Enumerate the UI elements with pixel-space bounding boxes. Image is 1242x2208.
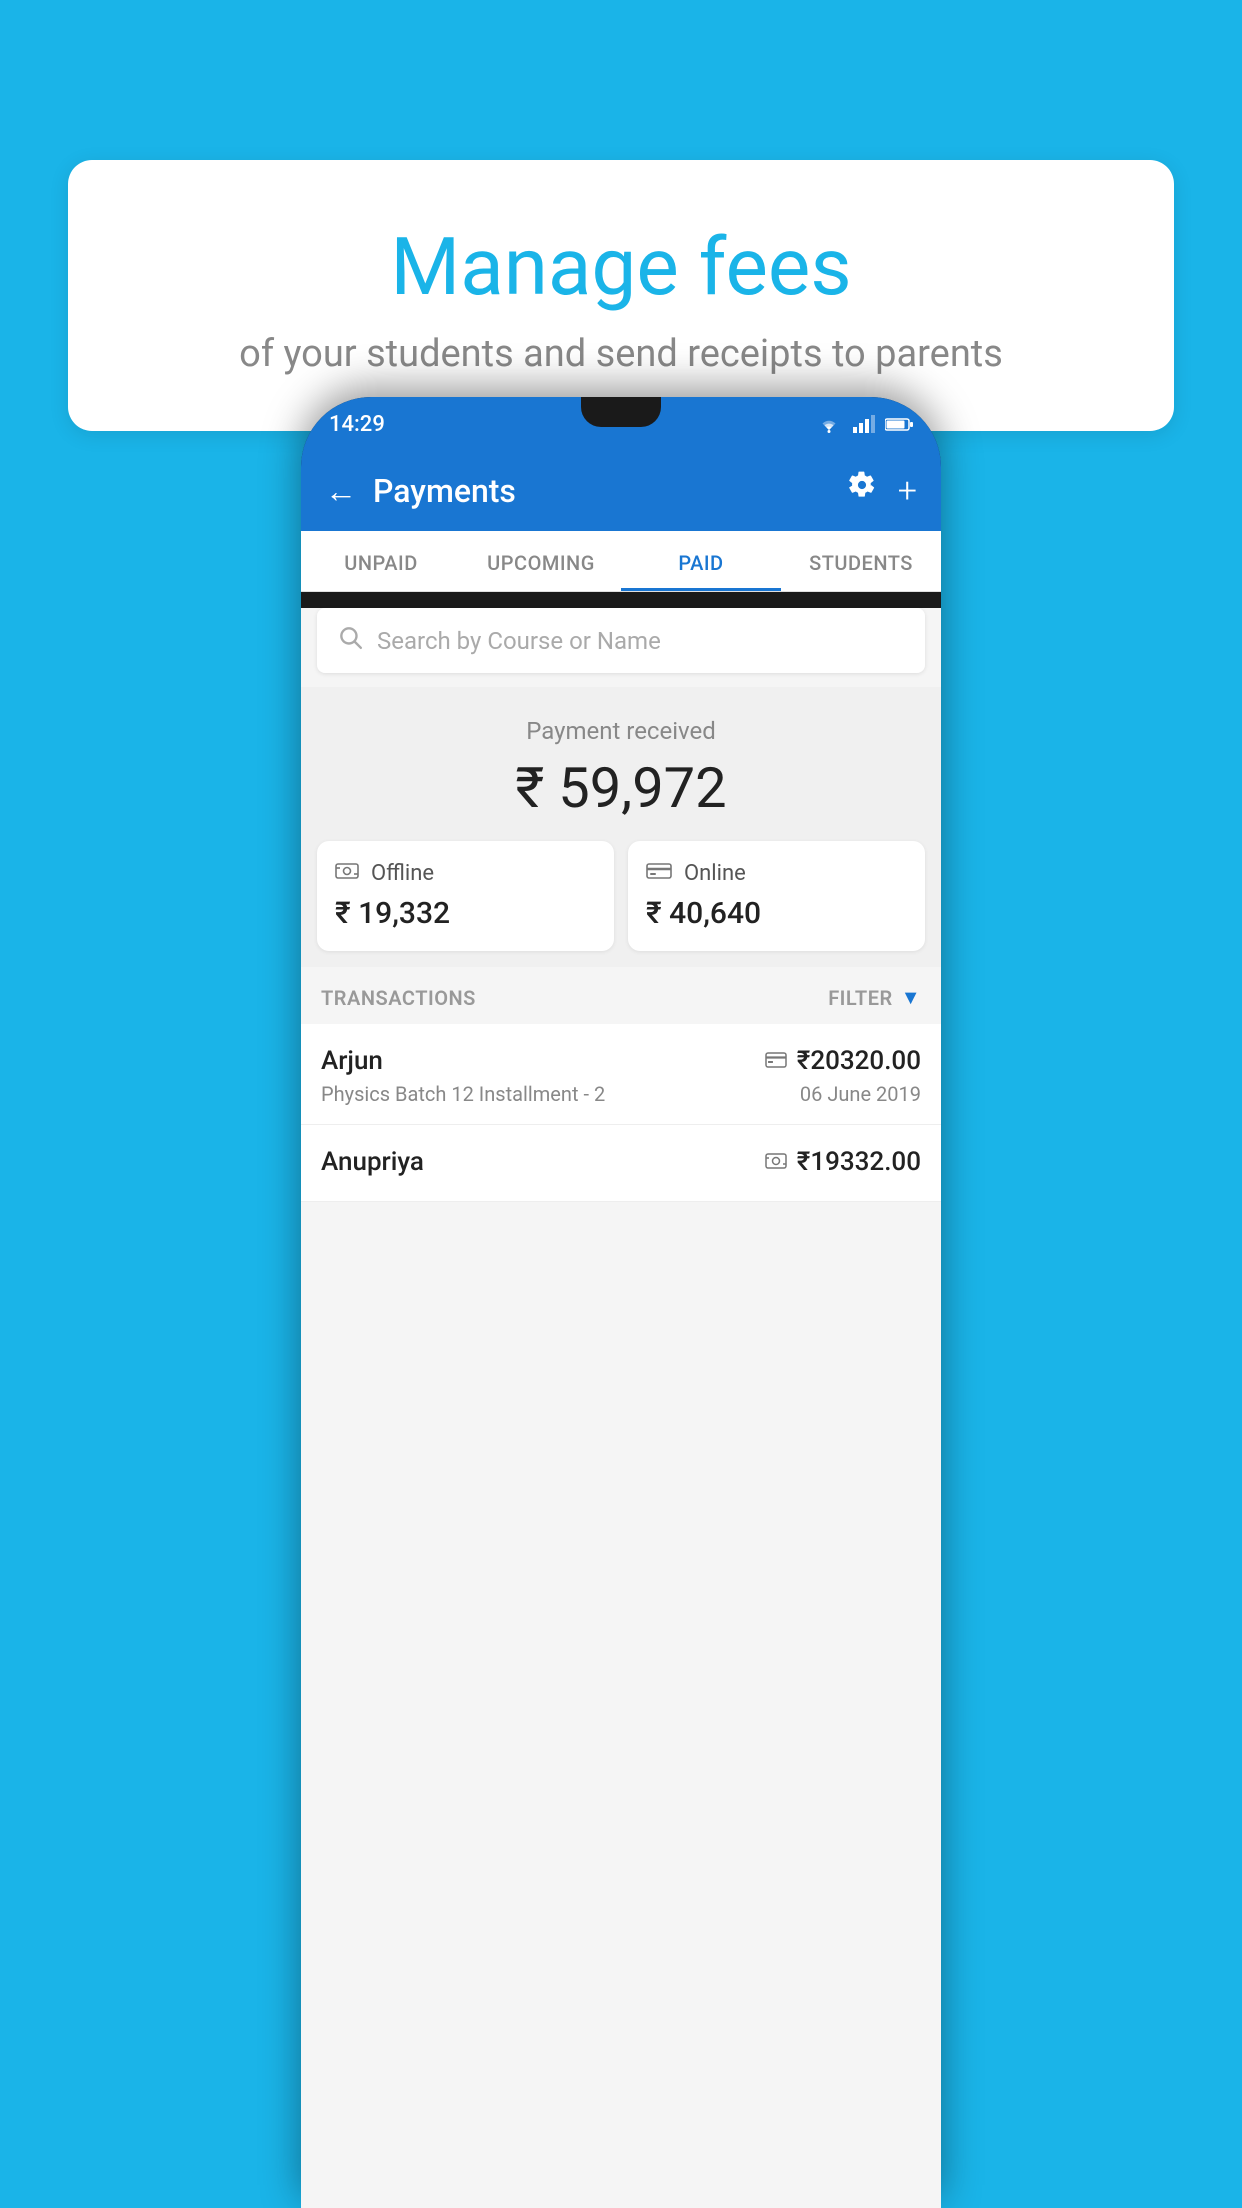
transaction-amount-group: ₹19332.00 xyxy=(765,1147,921,1177)
tab-unpaid[interactable]: UNPAID xyxy=(301,531,461,591)
online-payment-card: Online ₹ 40,640 xyxy=(628,841,925,951)
online-card-icon xyxy=(646,861,672,886)
tooltip-subtitle: of your students and send receipts to pa… xyxy=(118,332,1124,376)
status-time: 14:29 xyxy=(329,412,385,437)
transaction-offline-icon xyxy=(765,1150,787,1174)
search-placeholder: Search by Course or Name xyxy=(377,627,661,655)
transactions-label: TRANSACTIONS xyxy=(321,986,476,1010)
search-bar[interactable]: Search by Course or Name xyxy=(317,608,925,673)
online-label: Online xyxy=(684,861,746,886)
offline-card-header: Offline xyxy=(335,861,596,886)
settings-button[interactable] xyxy=(848,471,876,511)
battery-icon xyxy=(885,417,913,432)
offline-amount: ₹ 19,332 xyxy=(335,896,596,931)
offline-card-icon xyxy=(335,861,359,886)
payment-received-label: Payment received xyxy=(301,717,941,745)
filter-button[interactable]: FILTER ▼ xyxy=(828,985,921,1010)
filter-icon: ▼ xyxy=(901,985,921,1010)
transaction-amount: ₹20320.00 xyxy=(797,1046,921,1076)
search-icon xyxy=(337,624,363,657)
offline-label: Offline xyxy=(371,861,434,886)
payment-received-section: Payment received ₹ 59,972 xyxy=(301,687,941,845)
transaction-top: Arjun ₹20320.00 xyxy=(321,1046,921,1076)
payment-cards-row: Offline ₹ 19,332 xyxy=(301,841,941,967)
add-button[interactable]: + xyxy=(898,471,917,511)
background: Manage fees of your students and send re… xyxy=(0,0,1242,2208)
header-actions: + xyxy=(848,471,917,511)
wifi-icon xyxy=(815,414,843,434)
phone-device: 14:29 xyxy=(301,397,941,2208)
transaction-amount: ₹19332.00 xyxy=(797,1147,921,1177)
phone-screen: 14:29 xyxy=(301,397,941,2208)
settings-icon xyxy=(848,471,876,499)
page-title: Payments xyxy=(373,472,848,510)
table-row[interactable]: Arjun ₹20320.00 xyxy=(301,1024,941,1125)
status-bar: 14:29 xyxy=(301,397,941,451)
online-card-header: Online xyxy=(646,861,907,886)
card-type-icon xyxy=(765,1052,787,1068)
transaction-date: 06 June 2019 xyxy=(800,1082,921,1106)
status-icons xyxy=(815,414,913,434)
tooltip-title: Manage fees xyxy=(118,220,1124,314)
transaction-bottom: Physics Batch 12 Installment - 2 06 June… xyxy=(321,1082,921,1106)
tab-upcoming[interactable]: UPCOMING xyxy=(461,531,621,591)
transaction-top: Anupriya ₹19332.00 xyxy=(321,1147,921,1177)
signal-icon xyxy=(853,415,875,433)
cash-type-icon xyxy=(765,1153,787,1169)
transaction-name: Anupriya xyxy=(321,1147,424,1177)
transaction-amount-group: ₹20320.00 xyxy=(765,1046,921,1076)
tab-students[interactable]: STUDENTS xyxy=(781,531,941,591)
cash-icon xyxy=(335,862,359,880)
app-header: ← Payments + xyxy=(301,451,941,531)
tab-paid[interactable]: PAID xyxy=(621,531,781,591)
filter-label: FILTER xyxy=(828,986,893,1010)
phone-notch xyxy=(581,397,661,427)
speech-bubble: Manage fees of your students and send re… xyxy=(68,160,1174,431)
transaction-course: Physics Batch 12 Installment - 2 xyxy=(321,1082,605,1106)
offline-payment-card: Offline ₹ 19,332 xyxy=(317,841,614,951)
payment-received-amount: ₹ 59,972 xyxy=(301,755,941,821)
table-row[interactable]: Anupriya ₹19332.00 xyxy=(301,1125,941,1202)
app-content: Search by Course or Name Payment receive… xyxy=(301,608,941,2208)
online-amount: ₹ 40,640 xyxy=(646,896,907,931)
card-icon xyxy=(646,862,672,880)
transaction-type-icon xyxy=(765,1049,787,1073)
tabs-bar: UNPAID UPCOMING PAID STUDENTS xyxy=(301,531,941,592)
transaction-name: Arjun xyxy=(321,1046,383,1076)
back-button[interactable]: ← xyxy=(325,472,357,510)
transactions-header: TRANSACTIONS FILTER ▼ xyxy=(301,967,941,1024)
